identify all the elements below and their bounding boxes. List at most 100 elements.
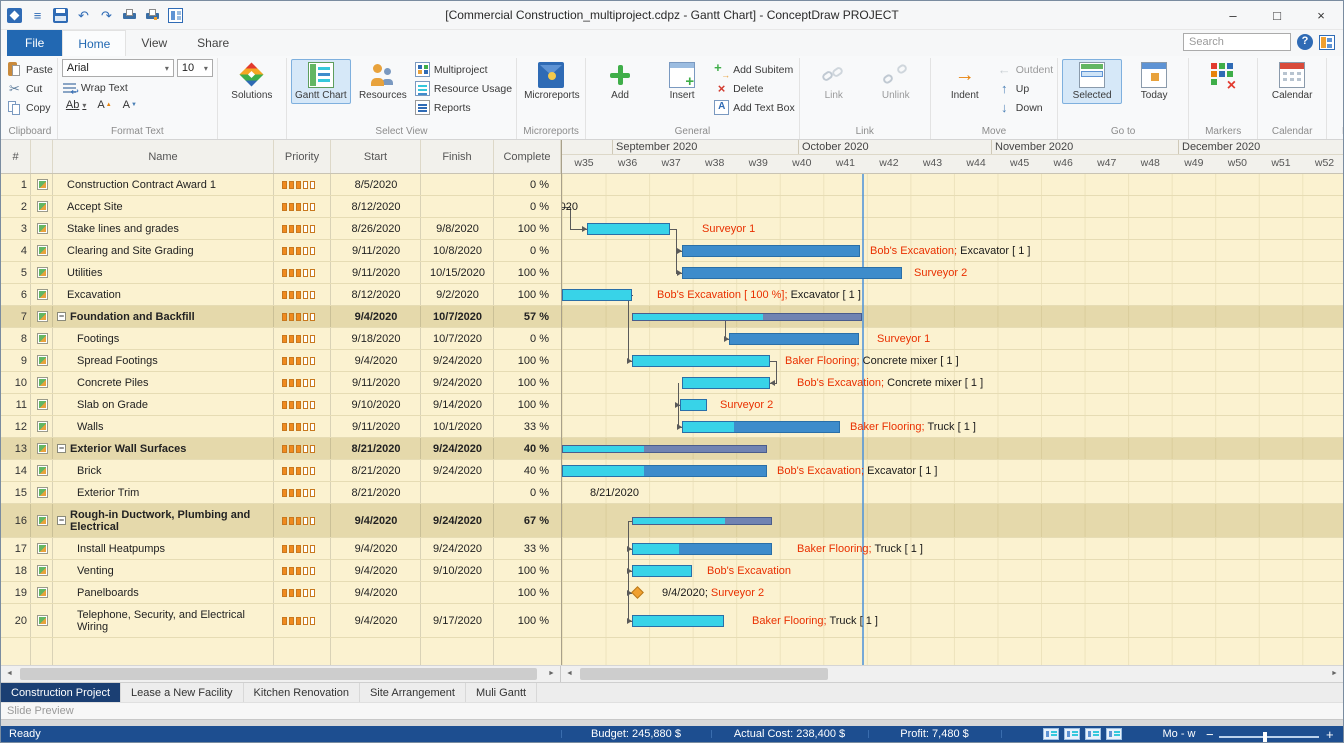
paste-button[interactable]: Paste [7, 62, 53, 77]
complete-cell[interactable]: 0 % [494, 201, 561, 213]
task-row-17[interactable]: 17Install Heatpumps9/4/20209/24/202033 % [1, 538, 561, 560]
priority-cell[interactable] [274, 335, 331, 343]
complete-cell[interactable]: 0 % [494, 333, 561, 345]
task-row-13[interactable]: 13−Exterior Wall Surfaces8/21/20209/24/2… [1, 438, 561, 460]
go-to-today-button[interactable]: Today [1124, 59, 1184, 104]
task-name-cell[interactable]: Spread Footings [53, 355, 274, 367]
cut-button[interactable]: ✂Cut [7, 81, 53, 96]
reports-button[interactable]: Reports [415, 100, 512, 115]
zoom-in-button[interactable]: + [1326, 726, 1334, 742]
gantt-view-icon[interactable] [1043, 728, 1059, 740]
priority-cell[interactable] [274, 401, 331, 409]
sheet-tab-muli-gantt[interactable]: Muli Gantt [466, 683, 537, 702]
finish-date-cell[interactable]: 9/2/2020 [421, 289, 494, 301]
start-date-cell[interactable]: 8/26/2020 [331, 223, 421, 235]
summary-bar[interactable] [562, 445, 767, 453]
complete-cell[interactable]: 33 % [494, 421, 561, 433]
complete-cell[interactable]: 100 % [494, 377, 561, 389]
shrink-font-button[interactable]: A [119, 98, 141, 112]
start-date-cell[interactable]: 8/21/2020 [331, 443, 421, 455]
redo-button[interactable]: ↷ [99, 8, 114, 23]
start-date-cell[interactable]: 9/4/2020 [331, 565, 421, 577]
resources-button[interactable]: Resources [353, 59, 413, 104]
task-row-4[interactable]: 4Clearing and Site Grading9/11/202010/8/… [1, 240, 561, 262]
multiproject-button[interactable]: Multiproject [415, 62, 512, 77]
task-name-cell[interactable]: Install Heatpumps [53, 543, 274, 555]
start-date-cell[interactable]: 8/21/2020 [331, 487, 421, 499]
gantt-canvas[interactable]: 8/12/2020Surveyor 1Bob's Excavation; Exc… [562, 174, 1343, 665]
priority-cell[interactable] [274, 445, 331, 453]
finish-date-cell[interactable]: 10/15/2020 [421, 267, 494, 279]
usage-view-icon[interactable] [1106, 728, 1122, 740]
scroll-right-icon[interactable]: ► [543, 666, 560, 682]
scrollbar-thumb[interactable] [580, 668, 828, 680]
ribbon-options-icon[interactable] [1319, 35, 1335, 50]
finish-date-cell[interactable]: 9/24/2020 [421, 355, 494, 367]
task-name-cell[interactable]: Panelboards [53, 587, 274, 599]
finish-date-cell[interactable]: 9/14/2020 [421, 399, 494, 411]
task-name-cell[interactable]: Stake lines and grades [53, 223, 274, 235]
indent-button[interactable]: →Indent [935, 59, 995, 104]
task-bar[interactable] [562, 289, 632, 301]
start-date-cell[interactable]: 9/4/2020 [331, 515, 421, 527]
task-name-cell[interactable]: Utilities [53, 267, 274, 279]
task-name-cell[interactable]: Exterior Trim [53, 487, 274, 499]
finish-date-cell[interactable]: 10/7/2020 [421, 311, 494, 323]
sheet-tab-construction-project[interactable]: Construction Project [1, 683, 121, 702]
menu-button[interactable]: ≡ [30, 8, 45, 23]
task-bar[interactable] [632, 565, 692, 577]
task-row-10[interactable]: 10Concrete Piles9/11/20209/24/2020100 % [1, 372, 561, 394]
task-name-cell[interactable]: −Rough-in Ductwork, Plumbing and Electri… [53, 509, 274, 533]
task-name-cell[interactable]: Walls [53, 421, 274, 433]
task-bar[interactable] [632, 615, 724, 627]
delete-button[interactable]: ×Delete [714, 81, 795, 96]
priority-cell[interactable] [274, 489, 331, 497]
zoom-out-button[interactable]: − [1206, 726, 1214, 742]
task-name-cell[interactable]: Accept Site [53, 201, 274, 213]
start-date-cell[interactable]: 9/11/2020 [331, 245, 421, 257]
calendar-button[interactable]: Calendar [1262, 59, 1322, 104]
priority-cell[interactable] [274, 203, 331, 211]
task-row-1[interactable]: 1Construction Contract Award 18/5/20200 … [1, 174, 561, 196]
unlink-button[interactable]: Unlink [866, 59, 926, 104]
save-button[interactable] [53, 8, 68, 23]
task-row-3[interactable]: 3Stake lines and grades8/26/20209/8/2020… [1, 218, 561, 240]
task-bar[interactable] [562, 465, 767, 477]
complete-cell[interactable]: 100 % [494, 289, 561, 301]
task-row-12[interactable]: 12Walls9/11/202010/1/202033 % [1, 416, 561, 438]
priority-cell[interactable] [274, 313, 331, 321]
slide-preview-bar[interactable]: Slide Preview [1, 702, 1343, 719]
resource-usage-button[interactable]: Resource Usage [415, 81, 512, 96]
priority-cell[interactable] [274, 545, 331, 553]
start-date-cell[interactable]: 8/12/2020 [331, 201, 421, 213]
finish-date-cell[interactable]: 9/8/2020 [421, 223, 494, 235]
complete-cell[interactable]: 40 % [494, 465, 561, 477]
task-bar[interactable] [682, 267, 902, 279]
priority-cell[interactable] [274, 617, 331, 625]
complete-cell[interactable]: 33 % [494, 543, 561, 555]
complete-cell[interactable]: 100 % [494, 615, 561, 627]
wrap-text-button[interactable]: Wrap Text [62, 80, 128, 95]
task-row-2[interactable]: 2Accept Site8/12/20200 % [1, 196, 561, 218]
task-name-cell[interactable]: Excavation [53, 289, 274, 301]
priority-cell[interactable] [274, 269, 331, 277]
task-row-5[interactable]: 5Utilities9/11/202010/15/2020100 % [1, 262, 561, 284]
priority-cell[interactable] [274, 247, 331, 255]
priority-cell[interactable] [274, 291, 331, 299]
font-size-select[interactable]: 10 [177, 59, 213, 77]
maximize-button[interactable]: □ [1255, 1, 1299, 29]
baseline-save-button[interactable]: Save [1331, 59, 1343, 104]
task-name-cell[interactable]: Slab on Grade [53, 399, 274, 411]
table-hscrollbar[interactable]: ◄ ► [1, 666, 561, 682]
complete-cell[interactable]: 100 % [494, 565, 561, 577]
scroll-left-icon[interactable]: ◄ [561, 666, 578, 682]
priority-cell[interactable] [274, 225, 331, 233]
up-button[interactable]: ↑Up [997, 81, 1053, 96]
collapse-icon[interactable]: − [57, 444, 66, 453]
tab-file[interactable]: File [7, 30, 62, 56]
complete-cell[interactable]: 57 % [494, 311, 561, 323]
complete-cell[interactable]: 100 % [494, 399, 561, 411]
copy-button[interactable]: Copy [7, 100, 53, 115]
tab-home[interactable]: Home [62, 30, 126, 56]
help-icon[interactable] [1297, 34, 1313, 50]
